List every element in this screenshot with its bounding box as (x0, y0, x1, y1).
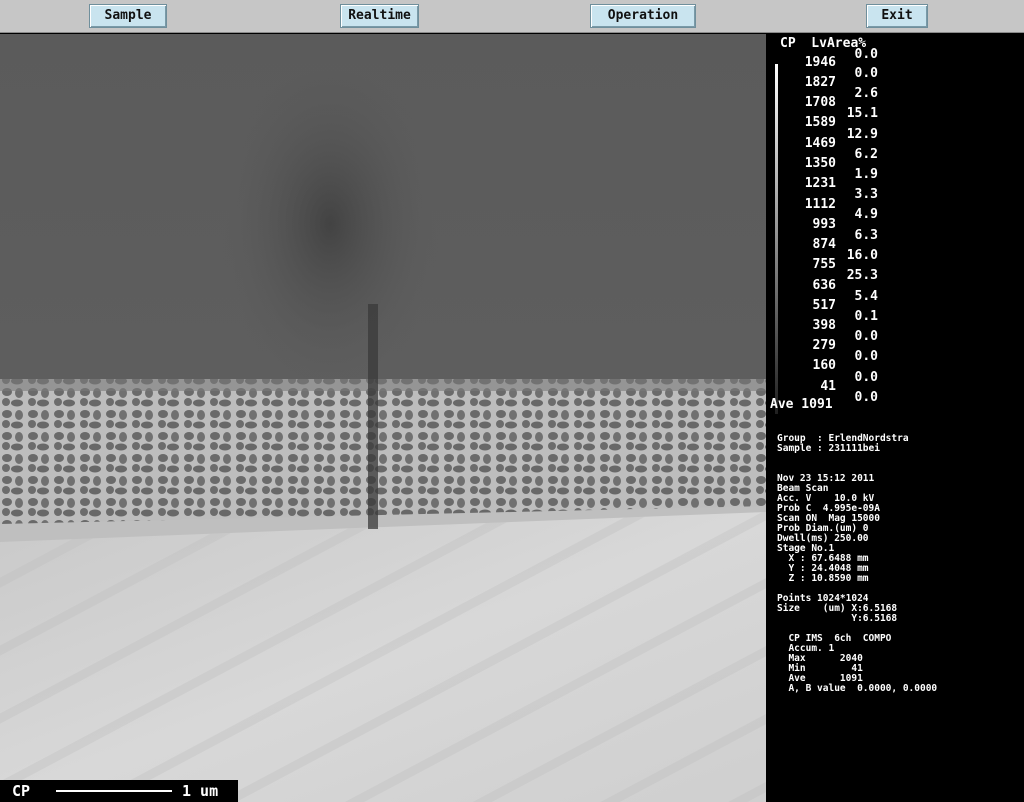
area-percent: 5.4 (854, 289, 878, 304)
micrograph-image[interactable]: CP 1 um (0, 34, 766, 802)
level-value: 993 (812, 217, 836, 232)
area-percent: 6.3 (854, 228, 878, 243)
scale-bar: CP 1 um (0, 780, 238, 802)
level-value: 1946 (804, 55, 836, 70)
stage-z-info: Z : 10.8590 mm (777, 573, 869, 584)
ab-value-info: A, B value 0.0000, 0.0000 (777, 683, 938, 694)
exit-button[interactable]: Exit (866, 4, 928, 28)
area-percent: 0.0 (854, 329, 878, 344)
area-percent: 15.1 (846, 106, 878, 121)
area-percent: 6.2 (854, 147, 878, 162)
level-value: 517 (812, 298, 836, 313)
area-percent: 0.0 (854, 349, 878, 364)
micrograph-render (0, 34, 766, 802)
level-value: 1469 (804, 136, 836, 151)
level-value: 636 (812, 278, 836, 293)
area-percent: 16.0 (846, 248, 878, 263)
scalebar-line (56, 790, 172, 792)
level-value: 874 (812, 237, 836, 252)
area-percent: 0.0 (854, 370, 878, 385)
level-value: 398 (812, 318, 836, 333)
level-value: 1231 (804, 176, 836, 191)
level-value: 1708 (804, 95, 836, 110)
area-percent: 0.0 (854, 390, 878, 405)
level-value: 160 (812, 358, 836, 373)
operation-button[interactable]: Operation (590, 4, 696, 28)
area-percent: 4.9 (854, 207, 878, 222)
area-percent: 0.1 (854, 309, 878, 324)
scalebar-mode-label: CP (12, 782, 31, 800)
realtime-button[interactable]: Realtime (340, 4, 419, 28)
area-percent: 3.3 (854, 187, 878, 202)
info-panel: CP LvArea% 1946 1827 1708 1589 1469 1350… (766, 34, 1024, 802)
area-percent: 2.6 (854, 86, 878, 101)
grayscale-gradient-bar (775, 64, 778, 414)
level-value: 755 (812, 257, 836, 272)
size-y-info: Y:6.5168 (777, 613, 898, 624)
level-value: 1112 (804, 197, 836, 212)
level-value: 1827 (804, 75, 836, 90)
area-percent: 0.0 (854, 47, 878, 62)
menu-bar: Sample Realtime Operation Exit (0, 0, 1024, 33)
area-percent: 1.9 (854, 167, 878, 182)
level-value: 1589 (804, 115, 836, 130)
sample-info: Sample : 231111bei (777, 443, 880, 454)
area-percent: 25.3 (846, 268, 878, 283)
area-percent: 0.0 (854, 66, 878, 81)
level-value: 1350 (804, 156, 836, 171)
scalebar-length-label: 1 um (182, 782, 219, 800)
level-value: 279 (812, 338, 836, 353)
sample-button[interactable]: Sample (89, 4, 167, 28)
area-percent: 12.9 (846, 127, 878, 142)
level-value: 41 (820, 379, 836, 394)
histogram-average: Ave 1091 (770, 397, 833, 412)
